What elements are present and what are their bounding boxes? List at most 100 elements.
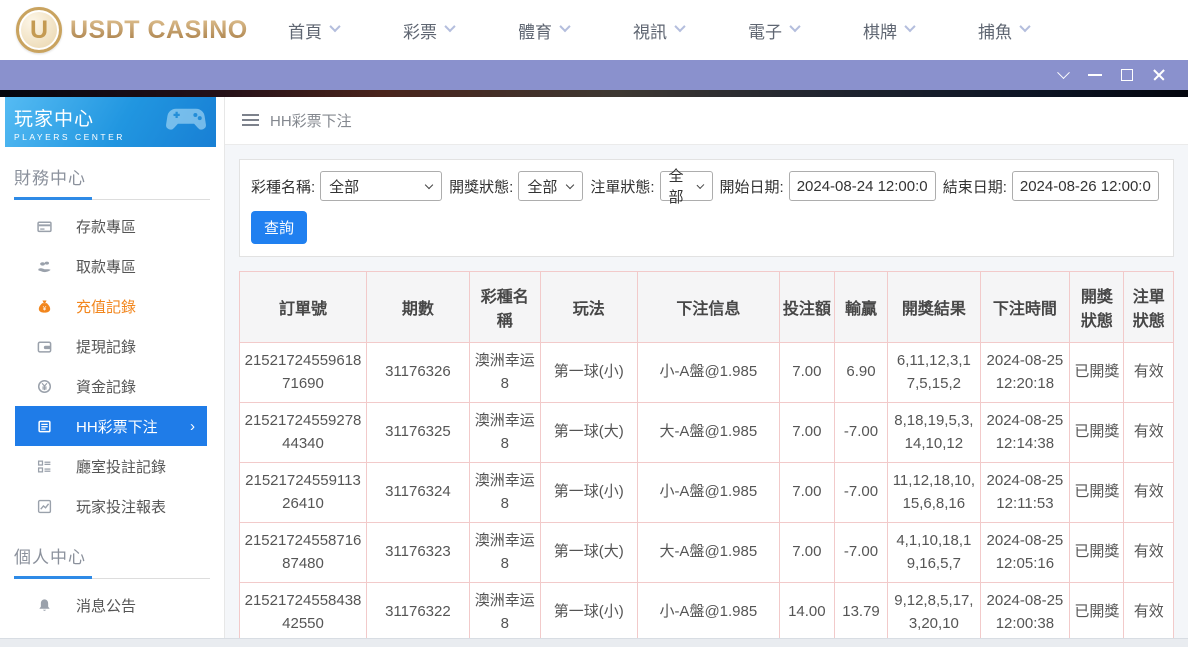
section-underline	[14, 197, 210, 200]
window-titlebar	[0, 60, 1188, 90]
end-date-input[interactable]	[1011, 171, 1159, 201]
table-cell: 6,11,12,3,17,5,15,2	[887, 342, 981, 403]
table-cell: 11,12,18,10,15,6,8,16	[887, 462, 981, 523]
table-cell: 有效	[1123, 462, 1174, 523]
sidebar-item-recharge-records[interactable]: ¥ 充值記錄	[0, 286, 224, 326]
brand-logo[interactable]: U USDT CASINO	[16, 7, 248, 53]
chevron-down-icon	[444, 20, 456, 33]
top-navigation-bar: U USDT CASINO 首頁 彩票 體育 視訊 電子 棋牌 捕魚	[0, 0, 1188, 60]
deposit-card-icon	[37, 219, 52, 234]
nav-item-home[interactable]: 首頁	[288, 18, 341, 43]
column-header: 注單狀態	[1123, 271, 1174, 343]
sidebar-item-player-bet-report[interactable]: 玩家投注報表	[0, 486, 224, 526]
column-header: 期數	[366, 271, 470, 343]
table-header-row: 訂單號 期數 彩種名稱 玩法 下注信息 投注額 輸贏 開獎結果 下注時間 開獎狀態 注單狀態	[238, 271, 1174, 343]
sidebar-item-announcements[interactable]: 消息公告	[0, 585, 224, 625]
close-icon[interactable]	[1144, 63, 1174, 87]
table-cell: 31176322	[366, 582, 470, 643]
table-cell: 已開獎	[1069, 342, 1125, 403]
table-cell: 2152172455927844340	[238, 402, 368, 463]
players-center-banner: 玩家中心 PLAYERS CENTER	[5, 97, 216, 147]
minimize-icon[interactable]	[1080, 63, 1110, 87]
chevron-down-icon	[329, 20, 341, 33]
nav-item-electronic[interactable]: 電子	[748, 18, 801, 43]
main-menu: 首頁 彩票 體育 視訊 電子 棋牌 捕魚	[288, 18, 1093, 43]
sidebar-item-funds-records[interactable]: 資金記錄	[0, 366, 224, 406]
table-cell: 2024-08-25 12:20:18	[979, 342, 1071, 403]
table-cell: 大-A盤@1.985	[636, 402, 780, 463]
lottery-type-select[interactable]: 全部	[320, 171, 443, 201]
chevron-down-icon	[1019, 20, 1031, 33]
order-status-select[interactable]: 全部	[659, 168, 713, 206]
order-status-label: 注單狀態:	[590, 178, 655, 196]
sidebar-item-label: 充值記錄	[76, 298, 137, 316]
table-cell: 已開獎	[1069, 522, 1125, 583]
column-header: 輸贏	[833, 271, 889, 343]
table-cell: 小-A盤@1.985	[636, 462, 780, 523]
column-header: 下注信息	[636, 271, 780, 343]
table-cell: 有效	[1123, 522, 1174, 583]
sidebar-item-hall-bet-records[interactable]: 廳室投註記錄	[0, 446, 224, 486]
sidebar-item-label: 消息公告	[76, 597, 137, 615]
nav-item-video[interactable]: 視訊	[633, 18, 686, 43]
start-date-input[interactable]	[788, 171, 936, 201]
sidebar-item-deposit-zone[interactable]: 存款專區	[0, 206, 224, 246]
sidebar-item-label: 資金記錄	[76, 378, 137, 396]
table-row: 2152172455961871690 31176326 澳洲幸运8 第一球(小) 小-…	[238, 342, 1174, 403]
bets-table: 訂單號 期數 彩種名稱 玩法 下注信息 投注額 輸贏 開獎結果 下注時間 開獎狀態 注單狀態 215…	[238, 271, 1174, 647]
table-cell: 7.00	[778, 462, 835, 523]
sidebar-item-withdraw-zone[interactable]: 取款專區	[0, 246, 224, 286]
document-list-icon	[37, 419, 52, 434]
draw-status-select[interactable]: 全部	[518, 171, 584, 201]
table-row: 2152172455871687480 31176323 澳洲幸运8 第一球(大) 大-…	[238, 522, 1174, 583]
table-cell: 31176326	[366, 342, 470, 403]
table-cell: 已開獎	[1069, 582, 1125, 643]
table-cell: 4,1,10,18,19,16,5,7	[887, 522, 981, 583]
bell-icon	[37, 598, 52, 613]
window-bottom-edge	[0, 638, 1188, 647]
logo-monogram: U	[29, 15, 49, 44]
nav-item-chess[interactable]: 棋牌	[863, 18, 916, 43]
page-title: HH彩票下注	[270, 113, 352, 130]
table-cell: 有效	[1123, 402, 1174, 463]
table-row: 2152172455843842550 31176322 澳洲幸运8 第一球(小) 小-…	[238, 582, 1174, 643]
table-cell: 7.00	[778, 402, 835, 463]
maximize-icon[interactable]	[1112, 63, 1142, 87]
table-cell: 已開獎	[1069, 462, 1125, 523]
table-cell: 第一球(小)	[539, 462, 638, 523]
table-cell: 31176325	[366, 402, 470, 463]
chevron-right-icon: ›	[190, 417, 195, 435]
table-cell: -7.00	[833, 522, 889, 583]
table-cell: 澳洲幸运8	[468, 582, 541, 643]
chevron-down-icon	[566, 180, 575, 189]
sidebar-item-label: 提現記錄	[76, 338, 137, 356]
app-window: U USDT CASINO 首頁 彩票 體育 視訊 電子 棋牌 捕魚 玩家中心 PLAYER…	[0, 0, 1188, 647]
table-cell: 2024-08-25 12:14:38	[979, 402, 1071, 463]
nav-item-fishing[interactable]: 捕魚	[978, 18, 1031, 43]
table-cell: 第一球(小)	[539, 582, 638, 643]
withdraw-hand-icon	[37, 259, 52, 274]
dropdown-chevron-icon[interactable]	[1048, 63, 1078, 87]
table-cell: 小-A盤@1.985	[636, 342, 780, 403]
sidebar-item-hh-lottery-bets[interactable]: HH彩票下注 ›	[15, 406, 207, 446]
column-header: 彩種名稱	[468, 271, 541, 343]
column-header: 訂單號	[238, 271, 368, 343]
table-cell: 9,12,8,5,17,3,20,10	[887, 582, 981, 643]
table-row: 2152172455927844340 31176325 澳洲幸运8 第一球(大) 大-…	[238, 402, 1174, 463]
sidebar-item-withdrawal-records[interactable]: 提現記錄	[0, 326, 224, 366]
table-cell: 澳洲幸运8	[468, 462, 541, 523]
table-cell: 澳洲幸运8	[468, 522, 541, 583]
table-cell: 2024-08-25 12:05:16	[979, 522, 1071, 583]
table-cell: 31176323	[366, 522, 470, 583]
hamburger-menu-icon[interactable]	[242, 114, 259, 127]
main-content: HH彩票下注 彩種名稱: 全部 開獎狀態: 全部 注單狀態: 全部 開始日期: …	[225, 97, 1188, 647]
search-button[interactable]: 查詢	[251, 211, 308, 244]
section-title: 財務中心	[14, 169, 86, 188]
column-header: 開獎狀態	[1069, 271, 1125, 343]
coin-icon	[37, 379, 52, 394]
wallet-icon	[37, 339, 52, 354]
table-cell: 澳洲幸运8	[468, 402, 541, 463]
table-cell: 2152172455961871690	[238, 342, 368, 403]
nav-item-sports[interactable]: 體育	[518, 18, 571, 43]
nav-item-lottery[interactable]: 彩票	[403, 18, 456, 43]
